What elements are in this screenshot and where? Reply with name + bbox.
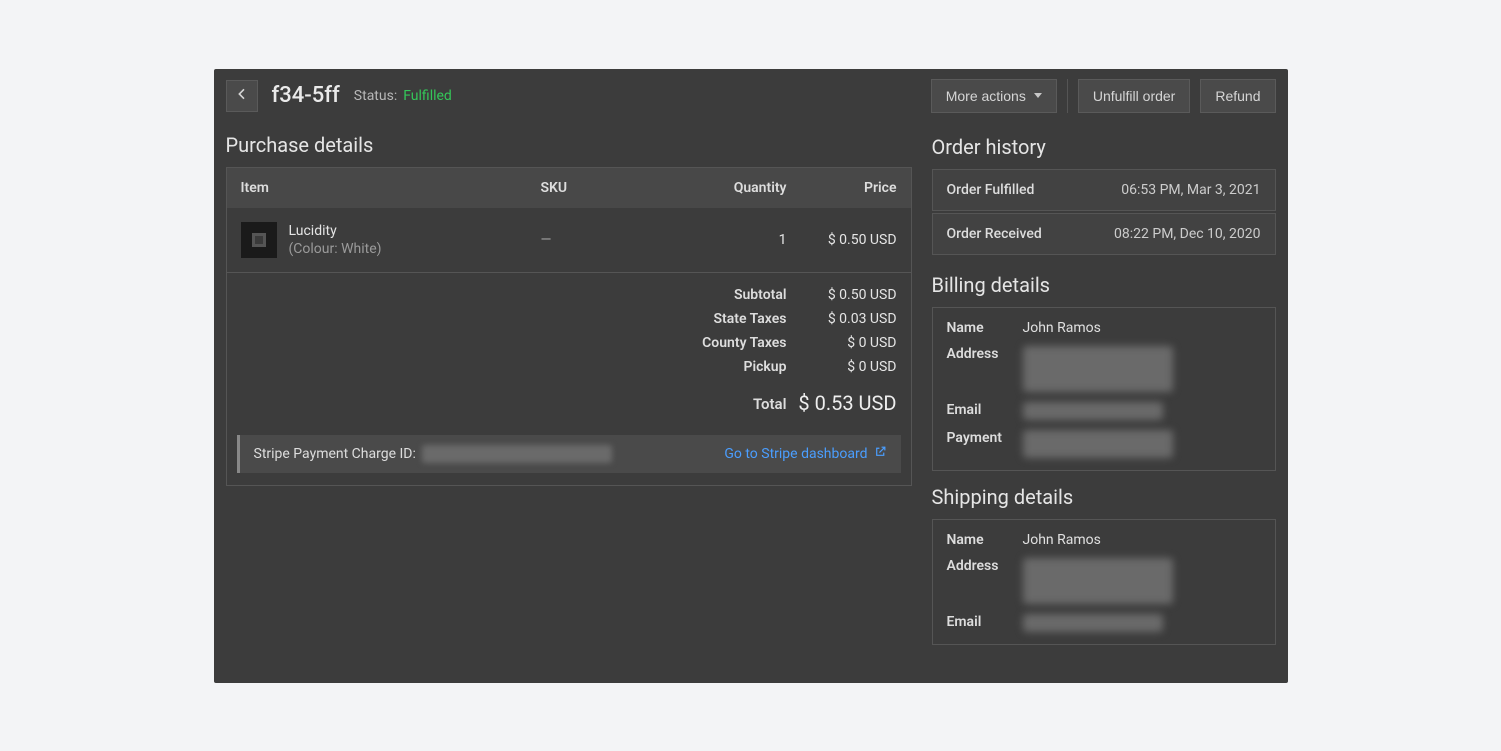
- order-id: f34-5ff: [272, 83, 340, 108]
- order-history-list: Order Fulfilled 06:53 PM, Mar 3, 2021 Or…: [932, 169, 1276, 255]
- billing-address-label: Address: [947, 346, 1009, 362]
- total-value: $ 0.53 USD: [787, 383, 897, 415]
- refund-label: Refund: [1215, 88, 1260, 104]
- col-quantity: Quantity: [661, 180, 787, 196]
- divider: [1067, 79, 1068, 113]
- more-actions-button[interactable]: More actions: [931, 79, 1057, 113]
- item-variant: (Colour: White): [289, 241, 382, 257]
- order-history-title: Order history: [932, 135, 1276, 159]
- redacted-billing-email: [1023, 402, 1163, 420]
- table-row: Lucidity (Colour: White) — 1 $ 0.50 USD: [227, 208, 911, 273]
- unfulfill-order-button[interactable]: Unfulfill order: [1078, 79, 1190, 113]
- shipping-details-title: Shipping details: [932, 485, 1276, 509]
- redacted-shipping-address: [1023, 558, 1173, 604]
- status-label: Status:: [354, 88, 397, 104]
- redacted-billing-payment: [1023, 430, 1173, 458]
- stripe-dashboard-link[interactable]: Go to Stripe dashboard: [724, 445, 886, 462]
- billing-card: Name John Ramos Address Email Payment: [932, 307, 1276, 471]
- back-button[interactable]: [226, 80, 258, 112]
- billing-details-title: Billing details: [932, 273, 1276, 297]
- purchase-details-title: Purchase details: [226, 133, 912, 157]
- billing-name-value: John Ramos: [1023, 320, 1101, 336]
- order-detail-panel: f34-5ff Status: Fulfilled More actions U…: [214, 69, 1288, 683]
- product-thumbnail: [241, 222, 277, 258]
- refund-button[interactable]: Refund: [1200, 79, 1275, 113]
- purchase-table-header: Item SKU Quantity Price: [227, 168, 911, 208]
- subtotal-label: Subtotal: [241, 287, 787, 303]
- county-taxes-value: $ 0 USD: [787, 335, 897, 351]
- order-status: Status: Fulfilled: [354, 88, 452, 104]
- external-link-icon: [874, 445, 887, 462]
- header-actions: More actions Unfulfill order Refund: [931, 79, 1276, 113]
- left-column: Purchase details Item SKU Quantity Price…: [226, 133, 912, 683]
- history-row: Order Fulfilled 06:53 PM, Mar 3, 2021: [932, 169, 1276, 211]
- purchase-box: Item SKU Quantity Price Lucidity (Colour…: [226, 167, 912, 486]
- redacted-charge-id: [422, 445, 612, 463]
- status-value: Fulfilled: [403, 88, 452, 104]
- header: f34-5ff Status: Fulfilled More actions U…: [214, 69, 1288, 123]
- shipping-name-label: Name: [947, 532, 1009, 548]
- history-event: Order Received: [947, 226, 1042, 242]
- col-sku: SKU: [541, 180, 661, 196]
- body: Purchase details Item SKU Quantity Price…: [214, 123, 1288, 683]
- state-taxes-value: $ 0.03 USD: [787, 311, 897, 327]
- history-timestamp: 08:22 PM, Dec 10, 2020: [1114, 226, 1260, 242]
- billing-name-label: Name: [947, 320, 1009, 336]
- redacted-billing-address: [1023, 346, 1173, 392]
- county-taxes-label: County Taxes: [241, 335, 787, 351]
- billing-payment-label: Payment: [947, 430, 1009, 446]
- arrow-left-icon: [234, 86, 250, 106]
- pickup-label: Pickup: [241, 359, 787, 375]
- more-actions-label: More actions: [946, 88, 1026, 104]
- col-item: Item: [241, 180, 541, 196]
- subtotal-value: $ 0.50 USD: [787, 287, 897, 303]
- unfulfill-label: Unfulfill order: [1093, 88, 1175, 104]
- history-event: Order Fulfilled: [947, 182, 1035, 198]
- item-cell: Lucidity (Colour: White): [241, 222, 541, 258]
- stripe-charge-box: Stripe Payment Charge ID: Go to Stripe d…: [237, 435, 901, 473]
- item-name: Lucidity: [289, 222, 382, 240]
- right-column: Order history Order Fulfilled 06:53 PM, …: [932, 133, 1276, 683]
- col-price: Price: [787, 180, 897, 196]
- state-taxes-label: State Taxes: [241, 311, 787, 327]
- caret-down-icon: [1034, 93, 1042, 98]
- stripe-link-text: Go to Stripe dashboard: [724, 446, 867, 462]
- shipping-card: Name John Ramos Address Email: [932, 519, 1276, 645]
- totals: Subtotal $ 0.50 USD State Taxes $ 0.03 U…: [227, 273, 911, 429]
- shipping-name-value: John Ramos: [1023, 532, 1101, 548]
- history-timestamp: 06:53 PM, Mar 3, 2021: [1121, 182, 1260, 198]
- pickup-value: $ 0 USD: [787, 359, 897, 375]
- billing-email-label: Email: [947, 402, 1009, 418]
- total-label: Total: [241, 383, 787, 415]
- item-text: Lucidity (Colour: White): [289, 222, 382, 256]
- redacted-shipping-email: [1023, 614, 1163, 632]
- history-row: Order Received 08:22 PM, Dec 10, 2020: [932, 213, 1276, 255]
- shipping-email-label: Email: [947, 614, 1009, 630]
- stripe-charge-label: Stripe Payment Charge ID:: [254, 446, 416, 462]
- shipping-address-label: Address: [947, 558, 1009, 574]
- item-sku: —: [541, 232, 661, 248]
- item-price: $ 0.50 USD: [787, 232, 897, 248]
- item-quantity: 1: [661, 232, 787, 248]
- stripe-left: Stripe Payment Charge ID:: [254, 445, 612, 463]
